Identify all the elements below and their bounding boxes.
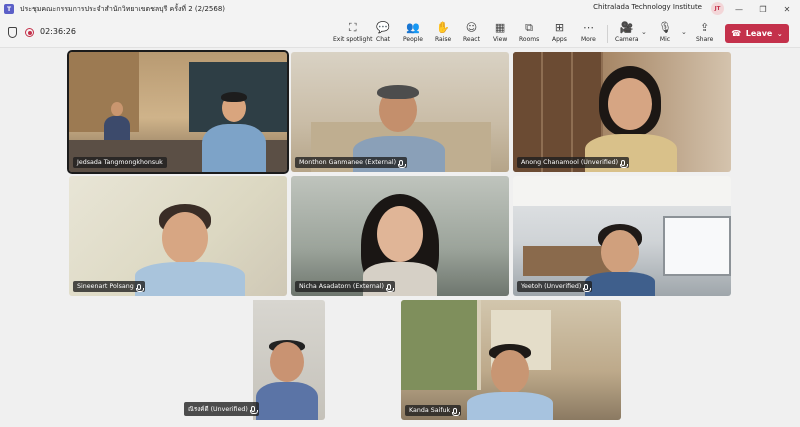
leave-chevron-icon: ⌄ [776, 29, 783, 38]
participant-body [256, 382, 318, 420]
cabinet [523, 246, 613, 276]
camera-button[interactable]: 🎥 Camera [615, 21, 639, 43]
participant-tile[interactable]: Yeetoh (Unverified) [513, 176, 731, 296]
view-icon: ▦ [494, 21, 506, 34]
camera-icon: 🎥 [619, 21, 634, 34]
participant-name-label: Sineenart Polsang [73, 281, 145, 292]
view-label: View [493, 36, 508, 43]
participant-tile[interactable]: Anong Chanamool (Unverified) [513, 52, 731, 172]
recording-icon [25, 28, 34, 37]
share-label: Share [696, 36, 714, 43]
mic-options-chevron-icon[interactable]: ⌄ [681, 28, 687, 36]
ceiling [513, 176, 731, 206]
chat-icon: 💬 [376, 21, 390, 34]
title-bar: T ประชุมคณะกรรมการประจำสำนักวิทยาเขตชลบุ… [0, 0, 800, 18]
participant-name-label: Jedsada Tangmongkhonsuk [73, 157, 167, 168]
rooms-label: Rooms [519, 36, 540, 43]
mic-icon [135, 283, 144, 292]
participant-name-label: Monthon Ganmanee (External) [295, 157, 408, 168]
mic-icon [398, 159, 407, 168]
participant-hair [221, 92, 247, 102]
view-button[interactable]: ▦ View [493, 21, 507, 43]
more-icon: ⋯ [582, 21, 594, 34]
meeting-toolbar: 02:36:26 ⛶ Exit spotlight 💬 Chat 👥 Peopl… [0, 18, 800, 48]
participant-name-label: Nicha Asadatorn (External) [295, 281, 395, 292]
participant-body [104, 116, 130, 140]
participant-tile[interactable]: Kanda Saifuk [401, 300, 621, 420]
apps-label: Apps [552, 36, 567, 43]
participant-tile[interactable]: Sineenart Polsang [69, 176, 287, 296]
exit-spotlight-label: Exit spotlight [333, 36, 373, 43]
leave-button[interactable]: ☎ Leave ⌄ [725, 24, 789, 43]
rooms-button[interactable]: ⧉ Rooms [519, 21, 539, 43]
participant-tile[interactable]: ณิรงค์ดี (Unverified) [180, 300, 325, 420]
participant-tile[interactable]: Jedsada Tangmongkhonsuk [67, 50, 289, 174]
react-label: React [463, 36, 480, 43]
participant-name-label: Kanda Saifuk [405, 405, 462, 416]
more-label: More [581, 36, 596, 43]
participant-head [162, 212, 208, 264]
close-window-button[interactable]: ✕ [776, 0, 798, 18]
participant-name-label: Anong Chanamool (Unverified) [517, 157, 630, 168]
rooms-icon: ⧉ [525, 21, 534, 34]
mic-label: Mic [659, 36, 671, 43]
minimize-button[interactable]: — [728, 0, 750, 18]
more-button[interactable]: ⋯ More [581, 21, 596, 43]
mic-icon [385, 283, 394, 292]
chat-label: Chat [376, 36, 391, 43]
window-background [401, 300, 481, 390]
phone-hangup-icon: ☎ [731, 29, 742, 38]
teams-logo-icon: T [4, 4, 14, 14]
participant-tile[interactable]: Nicha Asadatorn (External) [291, 176, 509, 296]
window-background [663, 216, 731, 276]
organization-label: Chitralada Technology Institute [593, 3, 702, 11]
participant-name-label: ณิรงค์ดี (Unverified) [184, 402, 259, 416]
people-icon: 👥 [406, 21, 420, 34]
participant-body [467, 392, 553, 420]
mic-button[interactable]: 🎙 Mic [658, 21, 672, 43]
raise-hand-icon: ✋ [436, 21, 450, 34]
participant-body [135, 262, 245, 296]
share-icon: ⇪ [700, 21, 710, 34]
participant-name-label: Yeetoh (Unverified) [517, 281, 593, 292]
meeting-timer: 02:36:26 [40, 27, 76, 36]
mic-icon [620, 159, 629, 168]
react-button[interactable]: ☺ React [463, 21, 480, 43]
people-label: People [403, 36, 423, 43]
exit-spotlight-button[interactable]: ⛶ Exit spotlight [333, 21, 373, 43]
apps-button[interactable]: ⊞ Apps [552, 21, 567, 43]
people-button[interactable]: 👥 People [403, 21, 423, 43]
exit-spotlight-icon: ⛶ [348, 21, 357, 34]
apps-icon: ⊞ [554, 21, 565, 34]
participant-head [608, 78, 652, 130]
camera-label: Camera [615, 36, 639, 43]
shield-icon[interactable] [8, 27, 17, 38]
restore-button[interactable]: ❐ [752, 0, 774, 18]
video-gallery: Jedsada Tangmongkhonsuk Monthon Ganmanee… [0, 48, 800, 427]
participant-body [202, 124, 266, 172]
participant-hair [377, 85, 419, 99]
participant-body [585, 272, 655, 296]
user-avatar[interactable]: JT [711, 2, 724, 15]
camera-options-chevron-icon[interactable]: ⌄ [641, 28, 647, 36]
leave-label: Leave [745, 29, 773, 38]
window-title: ประชุมคณะกรรมการประจำสำนักวิทยาเขตชลบุรี… [20, 4, 226, 13]
mic-icon [583, 283, 592, 292]
participant-head [377, 206, 423, 262]
participant-tile[interactable]: Monthon Ganmanee (External) [291, 52, 509, 172]
participant-head [270, 342, 304, 382]
chat-button[interactable]: 💬 Chat [376, 21, 390, 43]
react-icon: ☺ [465, 21, 478, 34]
participant-head [601, 230, 639, 274]
participant-head [491, 350, 529, 394]
mic-icon [452, 407, 461, 416]
mic-icon [249, 406, 258, 414]
mic-icon: 🎙 [658, 21, 672, 34]
toolbar-divider [607, 25, 608, 43]
share-button[interactable]: ⇪ Share [696, 21, 713, 43]
raise-label: Raise [435, 36, 452, 43]
raise-button[interactable]: ✋ Raise [435, 21, 451, 43]
participant-head [111, 102, 123, 116]
